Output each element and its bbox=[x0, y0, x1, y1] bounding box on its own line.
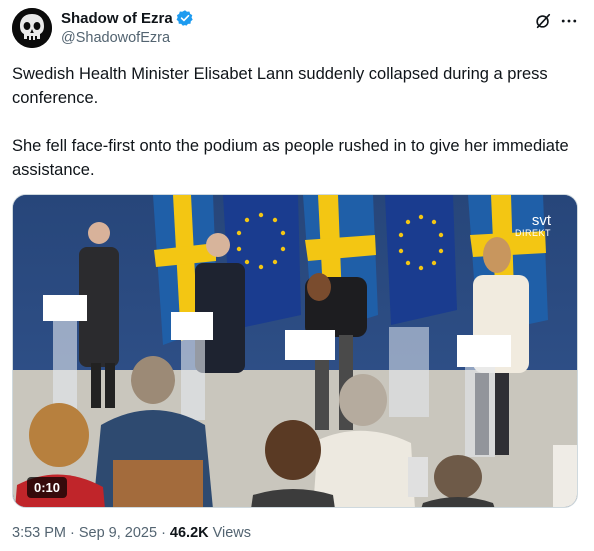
skull-avatar-icon bbox=[12, 8, 52, 48]
verified-badge-icon bbox=[176, 10, 193, 26]
eu-flag-2 bbox=[385, 195, 457, 325]
meta-separator: · bbox=[70, 525, 75, 541]
video-player[interactable]: svt DIREKT 0:10 bbox=[12, 194, 578, 508]
tweet-header: Shadow of Ezra @ShadowofEzra bbox=[12, 6, 582, 48]
post-date[interactable]: Sep 9, 2025 bbox=[79, 525, 157, 541]
svt-logo-main: svt bbox=[531, 212, 551, 229]
meta-separator: · bbox=[161, 525, 166, 541]
post-time[interactable]: 3:53 PM bbox=[12, 525, 66, 541]
grok-icon[interactable] bbox=[534, 12, 552, 30]
views-count: 46.2K bbox=[169, 525, 209, 541]
tweet-paragraph-1: Swedish Health Minister Elisabet Lann su… bbox=[12, 65, 548, 107]
svt-logo-sub: DIREKT bbox=[514, 228, 551, 238]
tweet-paragraph-2: She fell face-first onto the podium as p… bbox=[12, 137, 569, 179]
svt-logo: svt DIREKT bbox=[515, 213, 551, 238]
display-name[interactable]: Shadow of Ezra bbox=[61, 10, 173, 27]
video-duration-badge: 0:10 bbox=[27, 477, 68, 498]
video-frame bbox=[13, 195, 577, 507]
avatar[interactable] bbox=[12, 8, 52, 48]
user-handle[interactable]: @ShadowofEzra bbox=[61, 30, 194, 46]
tweet-meta: 3:53 PM · Sep 9, 2025 · 46.2K Views bbox=[12, 525, 251, 541]
more-options-icon[interactable] bbox=[560, 12, 578, 30]
tweet-text: Swedish Health Minister Elisabet Lann su… bbox=[12, 62, 572, 182]
views-label: Views bbox=[212, 525, 252, 541]
